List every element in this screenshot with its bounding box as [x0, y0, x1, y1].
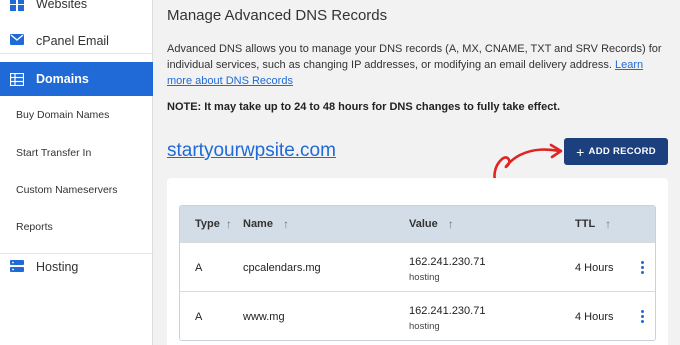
dns-propagation-note: NOTE: It may take up to 24 to 48 hours f…: [167, 101, 561, 113]
column-header-label: Type: [195, 218, 220, 230]
column-header-value[interactable]: Value ↑: [409, 206, 454, 242]
intro-paragraph: Advanced DNS allows you to manage your D…: [167, 41, 667, 89]
cell-ttl: 4 Hours: [575, 310, 614, 323]
domain-link[interactable]: startyourwpsite.com: [167, 140, 336, 162]
column-header-type[interactable]: Type ↑: [195, 206, 232, 242]
sidebar-item-cpanel-email[interactable]: cPanel Email: [0, 28, 153, 54]
cell-type: A: [195, 261, 203, 274]
server-icon: [10, 260, 24, 273]
sidebar-item-label: Domains: [36, 72, 89, 86]
domains-icon: [9, 72, 25, 86]
cell-value: 162.241.230.71: [409, 256, 486, 268]
row-actions-kebab-icon[interactable]: [641, 261, 645, 274]
sort-arrow-icon[interactable]: ↑: [605, 217, 611, 231]
column-header-label: Name: [243, 218, 273, 230]
cell-name: www.mg: [243, 310, 285, 323]
dns-records-table: Type ↑ Name ↑ Value ↑ TTL ↑ A cpcalendar…: [179, 205, 656, 341]
row-actions-kebab-icon[interactable]: [641, 310, 645, 323]
sidebar-subitem-buy-domain-names[interactable]: Buy Domain Names: [16, 109, 109, 121]
sidebar-item-websites[interactable]: Websites: [0, 0, 153, 16]
column-header-label: Value: [409, 218, 438, 230]
sidebar-subitem-reports[interactable]: Reports: [16, 221, 53, 233]
cell-type: A: [195, 310, 203, 323]
cell-name: cpcalendars.mg: [243, 261, 321, 274]
cell-value-sub: hosting: [409, 272, 440, 283]
column-header-name[interactable]: Name ↑: [243, 206, 289, 242]
cell-ttl: 4 Hours: [575, 261, 614, 274]
column-header-ttl[interactable]: TTL ↑: [575, 206, 611, 242]
table-row: A cpcalendars.mg 162.241.230.71 hosting …: [180, 242, 655, 291]
sidebar-item-label: Websites: [36, 0, 88, 11]
intro-text: Advanced DNS allows you to manage your D…: [167, 43, 662, 71]
dns-records-card: Type ↑ Name ↑ Value ↑ TTL ↑ A cpcalendar…: [167, 178, 668, 345]
sidebar-item-hosting[interactable]: Hosting: [0, 253, 153, 279]
page-title: Manage Advanced DNS Records: [167, 7, 388, 24]
sidebar-item-domains[interactable]: Domains: [0, 62, 153, 96]
plus-icon: +: [576, 143, 585, 160]
sidebar: Websites cPanel Email Domains Buy Domain…: [0, 0, 153, 345]
sort-arrow-icon[interactable]: ↑: [283, 217, 289, 231]
sidebar-item-label: Hosting: [36, 259, 79, 274]
cell-value-sub: hosting: [409, 321, 440, 332]
cell-value: 162.241.230.71: [409, 305, 486, 317]
sort-arrow-icon[interactable]: ↑: [448, 217, 454, 231]
sort-arrow-icon[interactable]: ↑: [226, 217, 232, 231]
table-row: A www.mg 162.241.230.71 hosting 4 Hours: [180, 291, 655, 340]
table-header: Type ↑ Name ↑ Value ↑ TTL ↑: [180, 206, 655, 242]
websites-icon: [10, 0, 24, 11]
sidebar-subitem-start-transfer-in[interactable]: Start Transfer In: [16, 147, 91, 159]
add-record-button[interactable]: + ADD RECORD: [564, 138, 668, 165]
mail-icon: [10, 34, 24, 47]
main-content: Manage Advanced DNS Records Advanced DNS…: [153, 0, 680, 345]
sidebar-subitem-custom-nameservers[interactable]: Custom Nameservers: [16, 184, 118, 196]
sidebar-item-label: cPanel Email: [36, 33, 109, 48]
add-record-label: ADD RECORD: [588, 146, 656, 157]
column-header-label: TTL: [575, 218, 596, 230]
